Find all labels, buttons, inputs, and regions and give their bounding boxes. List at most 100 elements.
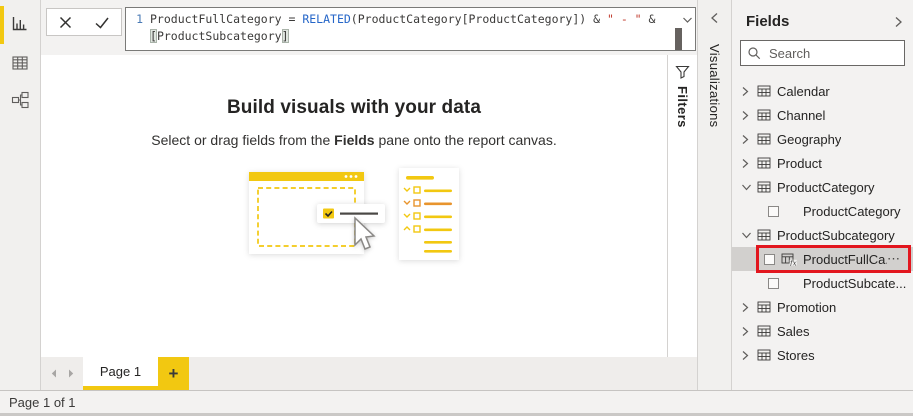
fields-search-input[interactable] [767, 44, 898, 62]
matched-bracket: [ [150, 29, 157, 43]
visualizations-pane-label: Visualizations [707, 44, 722, 128]
fields-item-table-channel[interactable]: Channel [732, 103, 913, 127]
plus-icon: + [168, 363, 179, 383]
fields-list: Calendar Channel Geography Product ProductCa… [732, 79, 913, 367]
fields-item-table-product[interactable]: Product [732, 151, 913, 175]
next-page-arrow-icon[interactable] [68, 369, 74, 378]
fields-pane-title: Fields [746, 13, 790, 30]
formula-line-2: [ProductSubcategory] [150, 29, 289, 43]
table-icon [757, 85, 771, 97]
report-view-icon [10, 13, 30, 38]
fields-item-table-productcategory[interactable]: ProductCategory [732, 175, 913, 199]
table-icon [757, 109, 771, 121]
model-view-icon [10, 90, 30, 115]
chevron-right-icon [742, 302, 749, 312]
table-icon [757, 133, 771, 145]
filters-pane-collapsed[interactable]: Filters [667, 55, 697, 357]
field-checkbox[interactable] [768, 277, 779, 289]
chevron-right-icon [742, 158, 749, 168]
status-bar: Page 1 of 1 [0, 390, 913, 416]
table-name: ProductSubcategory [777, 227, 895, 243]
chevron-down-icon [742, 184, 751, 191]
report-view-button[interactable] [0, 9, 40, 41]
search-icon [748, 47, 761, 60]
svg-text:fx: fx [789, 259, 797, 266]
matched-bracket: ] [281, 29, 289, 43]
chevron-left-icon [711, 13, 718, 23]
field-checkbox[interactable] [764, 253, 775, 265]
dax-formula-input[interactable]: 1 ProductFullCategory = RELATED(ProductCa… [125, 7, 696, 51]
fields-item-field-productcategory[interactable]: ProductCategory [732, 199, 913, 223]
formula-line-1: 1 ProductFullCategory = RELATED(ProductCa… [126, 11, 695, 28]
table-name: Channel [777, 107, 826, 123]
formula-scrollbar-thumb[interactable] [675, 28, 682, 50]
field-name: ProductCategory [803, 203, 901, 219]
filter-funnel-icon [675, 65, 690, 79]
chevron-right-icon [742, 326, 749, 336]
table-name: Sales [777, 323, 810, 339]
canvas-empty-subtitle: Select or drag fields from the Fields pa… [151, 132, 557, 148]
field-name: ProductFullCa... [803, 251, 887, 267]
fields-search-box[interactable] [740, 40, 905, 66]
dax-keyword: RELATED [302, 12, 351, 26]
formula-action-group [46, 8, 122, 36]
chevron-down-icon [742, 232, 751, 239]
formula-bar: 1 ProductFullCategory = RELATED(ProductCa… [41, 0, 697, 55]
table-icon [757, 181, 771, 193]
data-view-button[interactable] [0, 49, 40, 81]
canvas-empty-title: Build visuals with your data [226, 97, 482, 118]
fields-item-table-productsubcategory[interactable]: ProductSubcategory [732, 223, 913, 247]
fields-pane: Fields Calendar Channel Geography Product Pr… [731, 0, 913, 390]
dax-string-literal: " - " [606, 12, 642, 26]
fields-pane-header: Fields [732, 0, 913, 39]
fields-item-table-sales[interactable]: Sales [732, 319, 913, 343]
page-tab-label: Page 1 [99, 364, 142, 379]
fields-item-table-promotion[interactable]: Promotion [732, 295, 913, 319]
table-name: ProductCategory [777, 179, 875, 195]
page-tab-bar: Page 1 + [41, 357, 697, 390]
new-page-button[interactable]: + [158, 357, 189, 390]
chevron-right-icon [742, 134, 749, 144]
fields-item-table-calendar[interactable]: Calendar [732, 79, 913, 103]
data-view-icon [10, 53, 30, 78]
chevron-right-icon [742, 350, 749, 360]
table-icon [757, 301, 771, 313]
field-name: ProductSubcate... [803, 275, 907, 291]
model-view-button[interactable] [0, 86, 40, 118]
fields-item-table-geography[interactable]: Geography [732, 127, 913, 151]
table-icon [757, 157, 771, 169]
previous-page-arrow-icon[interactable] [51, 369, 57, 378]
calculated-column-icon: fx [781, 253, 797, 266]
table-name: Promotion [777, 299, 837, 315]
filters-pane-label: Filters [675, 86, 690, 128]
line-number: 1 [136, 12, 143, 26]
expand-formula-bar-button[interactable] [682, 16, 693, 24]
table-icon [757, 349, 771, 361]
table-name: Stores [777, 347, 815, 363]
table-icon [757, 325, 771, 337]
more-options-icon[interactable]: ⋯ [887, 252, 901, 265]
fields-item-field-productsubcate[interactable]: ProductSubcate... [732, 271, 913, 295]
chevron-right-icon [895, 16, 902, 27]
empty-canvas-illustration [249, 168, 459, 260]
report-canvas[interactable]: Build visuals with your data Select or d… [41, 55, 667, 357]
table-icon [757, 229, 771, 241]
collapse-fields-button[interactable] [894, 16, 903, 28]
chevron-right-icon [742, 110, 749, 120]
tab-page-1[interactable]: Page 1 [83, 357, 158, 390]
fields-item-table-stores[interactable]: Stores [732, 343, 913, 367]
powerbi-window: 1 ProductFullCategory = RELATED(ProductCa… [0, 0, 913, 416]
table-name: Calendar [777, 83, 830, 99]
chevron-right-icon [742, 86, 749, 96]
field-checkbox[interactable] [768, 205, 779, 217]
expand-visualizations-button[interactable] [710, 12, 719, 24]
cancel-formula-button[interactable] [57, 14, 74, 31]
table-name: Geography [777, 131, 842, 147]
page-status-text: Page 1 of 1 [9, 394, 76, 410]
table-name: Product [777, 155, 822, 171]
page-tab-nav [41, 357, 83, 390]
commit-formula-button[interactable] [93, 14, 111, 31]
fields-item-calc-field-productfullca[interactable]: fx ProductFullCa... ⋯ [732, 245, 913, 273]
visualizations-pane-collapsed[interactable]: Visualizations [697, 0, 731, 390]
view-nav-rail [0, 0, 41, 390]
